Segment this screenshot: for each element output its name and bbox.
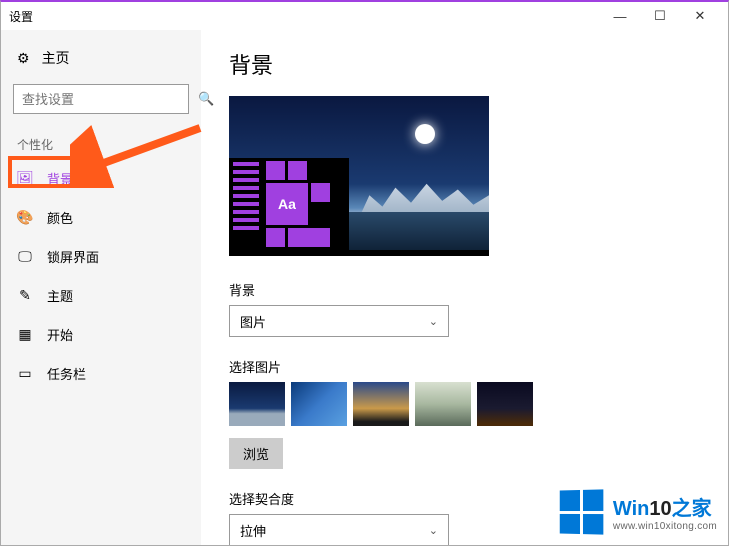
- theme-icon: ✎: [17, 288, 33, 304]
- thumbnail-3[interactable]: [353, 382, 409, 426]
- home-label: 主页: [42, 48, 70, 68]
- gear-icon: ⚙: [17, 50, 30, 67]
- search-box[interactable]: 🔍: [13, 84, 189, 114]
- content-area: ⚙ 主页 🔍 个性化 🖼 背景 🎨 颜色 🖵 锁屏界面 ✎: [1, 30, 728, 545]
- main-panel: 背景 Aa: [201, 30, 728, 545]
- sidebar-item-label: 任务栏: [47, 364, 86, 383]
- chevron-down-icon: ⌄: [429, 524, 438, 537]
- search-input[interactable]: [22, 92, 198, 107]
- picture-thumbnails: [229, 382, 700, 426]
- settings-window: 设置 — ☐ ✕ ⚙ 主页 🔍 个性化 🖼 背景 🎨 颜色: [0, 0, 729, 546]
- start-icon: ▦: [17, 327, 33, 343]
- sidebar-section-label: 个性化: [1, 122, 201, 159]
- preview-tile-aa: Aa: [266, 183, 308, 225]
- thumbnail-1[interactable]: [229, 382, 285, 426]
- browse-button[interactable]: 浏览: [229, 438, 283, 469]
- thumbnail-2[interactable]: [291, 382, 347, 426]
- sidebar-item-start[interactable]: ▦ 开始: [1, 315, 201, 354]
- sidebar-item-label: 锁屏界面: [47, 247, 99, 266]
- sidebar-item-themes[interactable]: ✎ 主题: [1, 276, 201, 315]
- fit-dropdown[interactable]: 拉伸 ⌄: [229, 514, 449, 545]
- thumbnail-4[interactable]: [415, 382, 471, 426]
- sidebar: ⚙ 主页 🔍 个性化 🖼 背景 🎨 颜色 🖵 锁屏界面 ✎: [1, 30, 201, 545]
- dropdown-value: 图片: [240, 312, 266, 331]
- sidebar-item-background[interactable]: 🖼 背景: [1, 159, 201, 198]
- sidebar-item-taskbar[interactable]: ▭ 任务栏: [1, 354, 201, 393]
- choose-picture-label: 选择图片: [229, 357, 700, 376]
- window-title: 设置: [9, 8, 600, 25]
- close-button[interactable]: ✕: [680, 2, 720, 30]
- desktop-preview: Aa: [229, 96, 489, 256]
- sidebar-item-label: 背景: [47, 169, 73, 188]
- sidebar-item-lockscreen[interactable]: 🖵 锁屏界面: [1, 237, 201, 276]
- taskbar-icon: ▭: [17, 366, 33, 382]
- page-title: 背景: [229, 48, 700, 80]
- thumbnail-5[interactable]: [477, 382, 533, 426]
- picture-icon: 🖼: [17, 171, 33, 187]
- dropdown-value: 拉伸: [240, 521, 266, 540]
- sidebar-item-label: 开始: [47, 325, 73, 344]
- palette-icon: 🎨: [17, 210, 33, 226]
- background-type-label: 背景: [229, 280, 700, 299]
- sidebar-item-colors[interactable]: 🎨 颜色: [1, 198, 201, 237]
- titlebar: 设置 — ☐ ✕: [1, 2, 728, 30]
- background-type-dropdown[interactable]: 图片 ⌄: [229, 305, 449, 337]
- sidebar-item-label: 颜色: [47, 208, 73, 227]
- minimize-button[interactable]: —: [600, 2, 640, 30]
- monitor-icon: 🖵: [17, 249, 33, 265]
- sidebar-item-label: 主题: [47, 286, 73, 305]
- home-button[interactable]: ⚙ 主页: [1, 40, 201, 76]
- chevron-down-icon: ⌄: [429, 315, 438, 328]
- maximize-button[interactable]: ☐: [640, 2, 680, 30]
- fit-label: 选择契合度: [229, 489, 700, 508]
